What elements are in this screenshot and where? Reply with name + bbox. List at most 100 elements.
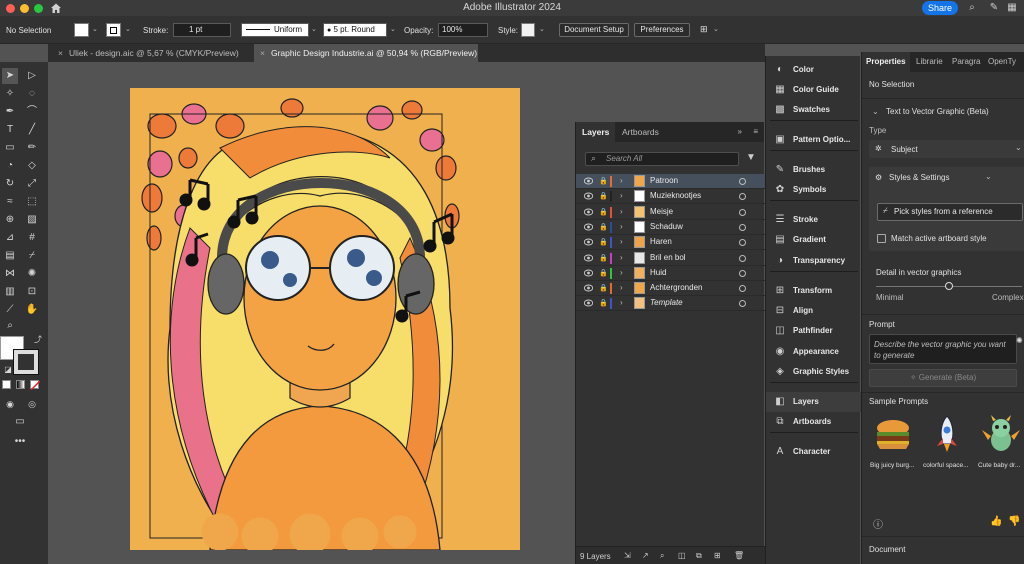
panel-menu-icon[interactable]: ≡	[753, 127, 758, 136]
blend-tool-icon[interactable]: ⋈	[2, 266, 18, 282]
section-title[interactable]: Text to Vector Graphic (Beta)	[886, 107, 989, 116]
target-circle-icon[interactable]	[739, 254, 746, 262]
visibility-eye-icon[interactable]	[584, 299, 593, 307]
sample-dragon-image[interactable]	[978, 414, 1024, 454]
live-paint-tool-icon[interactable]: ▨	[24, 212, 40, 228]
shaper-tool-icon[interactable]: ◔	[2, 158, 18, 174]
fill-color-swatch[interactable]	[74, 23, 89, 37]
tab-paragraph[interactable]: Paragra	[948, 52, 984, 72]
expand-arrow-icon[interactable]: ›	[620, 176, 623, 185]
export-icon[interactable]: ↗	[642, 551, 649, 560]
chevron-down-icon[interactable]: ⌄	[872, 107, 879, 116]
lock-toggle-icon[interactable]: 🔒	[599, 269, 608, 278]
target-circle-icon[interactable]	[739, 223, 746, 231]
visibility-eye-icon[interactable]	[584, 269, 593, 277]
tab-layers[interactable]: Layers	[576, 122, 616, 142]
clipping-mask-icon[interactable]: ◫	[678, 551, 686, 560]
dock-item-transform[interactable]: ⊞ Transform	[766, 281, 861, 301]
share-button[interactable]: Share	[922, 1, 958, 15]
style-chevron-down-icon[interactable]: ⌄	[539, 25, 545, 33]
visibility-eye-icon[interactable]	[584, 238, 593, 246]
visibility-eye-icon[interactable]	[584, 192, 593, 200]
type-tool-icon[interactable]: T	[2, 122, 18, 138]
detail-slider-thumb[interactable]	[945, 282, 953, 290]
chevron-down-icon[interactable]: ⌄	[985, 172, 992, 181]
brush-chevron-down-icon[interactable]: ⌄	[390, 25, 396, 33]
eyedropper-tool-icon[interactable]: ⌿	[24, 248, 40, 264]
arrange-chevron-down-icon[interactable]: ⌄	[713, 25, 719, 33]
thumbs-down-icon[interactable]: 👎	[1008, 516, 1020, 527]
match-artboard-checkbox[interactable]	[877, 234, 886, 243]
collapse-panel-icon[interactable]: »	[738, 127, 742, 136]
brush-icon[interactable]: ✎	[988, 2, 1000, 14]
layer-row[interactable]: 🔒 › Patroon	[576, 174, 765, 189]
lock-toggle-icon[interactable]: 🔒	[599, 254, 608, 263]
artboard-tool-icon[interactable]: ⊡	[24, 284, 40, 300]
free-transform-tool-icon[interactable]: ⬚	[24, 194, 40, 210]
pen-tool-icon[interactable]: ✒	[2, 104, 18, 120]
layer-name[interactable]: Template	[650, 298, 683, 307]
dock-item-align[interactable]: ⊟ Align	[766, 301, 861, 321]
sample-prompt-2[interactable]: Cute baby dr...	[978, 462, 1020, 469]
slice-tool-icon[interactable]: ⟋	[2, 302, 18, 318]
arrange-icon[interactable]: ⊞	[700, 24, 708, 35]
dock-item-pattern-options[interactable]: ▣ Pattern Optio...	[766, 130, 861, 150]
rectangle-tool-icon[interactable]: ▭	[2, 140, 18, 156]
stroke-color-box[interactable]	[13, 349, 39, 375]
target-circle-icon[interactable]	[739, 300, 746, 308]
fill-chevron-down-icon[interactable]: ⌄	[92, 25, 98, 33]
layer-name[interactable]: Haren	[650, 237, 672, 246]
expand-arrow-icon[interactable]: ›	[620, 283, 623, 292]
layer-name[interactable]: Meisje	[650, 207, 673, 216]
visibility-eye-icon[interactable]	[584, 208, 593, 216]
filter-icon[interactable]: ▼	[746, 152, 756, 163]
type-select[interactable]: ✲ Subject ⌄	[869, 140, 1024, 158]
dock-item-character[interactable]: A Character	[766, 442, 861, 462]
draw-mode-icon[interactable]: ◉	[2, 396, 18, 412]
selection-tool-icon[interactable]: ➤	[2, 68, 18, 84]
layer-row[interactable]: 🔒 › Achtergronden	[576, 281, 765, 297]
new-sublayer-icon[interactable]: ⧉	[696, 551, 702, 561]
brush-select[interactable]: ● 5 pt. Round	[323, 23, 387, 37]
target-circle-icon[interactable]	[739, 285, 746, 293]
expand-arrow-icon[interactable]: ›	[620, 191, 623, 200]
line-tool-icon[interactable]: ╱	[24, 122, 40, 138]
zoom-tool-icon[interactable]: ⌕	[2, 318, 18, 334]
layer-row[interactable]: 🔒 › Muzieknootjes	[576, 189, 765, 205]
visibility-eye-icon[interactable]	[584, 254, 593, 262]
dock-item-stroke[interactable]: ☰ Stroke	[766, 210, 861, 230]
perspective-grid-tool-icon[interactable]: ⊿	[2, 230, 18, 246]
layer-row[interactable]: 🔒 › Haren	[576, 235, 765, 251]
layer-row[interactable]: 🔒 › Bril en bol	[576, 251, 765, 266]
visibility-eye-icon[interactable]	[584, 284, 593, 292]
color-mode-icon[interactable]	[2, 380, 11, 389]
tab-graphic-design-industrie[interactable]: × Graphic Design Industrie.ai @ 50,94 % (…	[254, 44, 478, 62]
thumbs-up-icon[interactable]: 👍	[990, 516, 1002, 527]
document-setup-button[interactable]: Document Setup	[559, 23, 629, 37]
gradient-mode-icon[interactable]	[16, 380, 25, 389]
styles-settings-label[interactable]: Styles & Settings	[889, 173, 949, 182]
workspace-icon[interactable]: ▦	[1006, 2, 1018, 14]
layer-row[interactable]: 🔒 › Template	[576, 296, 765, 312]
locate-object-icon[interactable]: ⌕	[660, 551, 664, 561]
opacity-field[interactable]: 100%	[438, 23, 488, 37]
none-mode-icon[interactable]	[30, 380, 41, 391]
close-tab-icon[interactable]: ×	[260, 48, 265, 58]
target-circle-icon[interactable]	[739, 208, 746, 216]
dock-item-artboards[interactable]: ⧉ Artboards	[766, 412, 861, 432]
target-circle-icon[interactable]	[739, 269, 746, 277]
curvature-tool-icon[interactable]: ⌒	[24, 104, 40, 120]
gradient-tool-icon[interactable]: ▤	[2, 248, 18, 264]
artboard[interactable]	[130, 88, 520, 555]
new-layer-icon[interactable]: ⊞	[714, 551, 721, 560]
generate-button[interactable]: ✧ Generate (Beta)	[869, 369, 1017, 387]
layer-name[interactable]: Muzieknootjes	[650, 191, 701, 200]
expand-arrow-icon[interactable]: ›	[620, 298, 623, 307]
layer-row[interactable]: 🔒 › Huid	[576, 266, 765, 281]
dock-item-brushes[interactable]: ✎ Brushes	[766, 160, 861, 180]
dock-item-layers[interactable]: ◧ Layers	[766, 392, 861, 412]
lock-toggle-icon[interactable]: 🔒	[599, 223, 608, 232]
rotate-tool-icon[interactable]: ↻	[2, 176, 18, 192]
lock-toggle-icon[interactable]: 🔒	[599, 192, 608, 201]
stroke-profile-select[interactable]: Uniform	[241, 23, 309, 37]
